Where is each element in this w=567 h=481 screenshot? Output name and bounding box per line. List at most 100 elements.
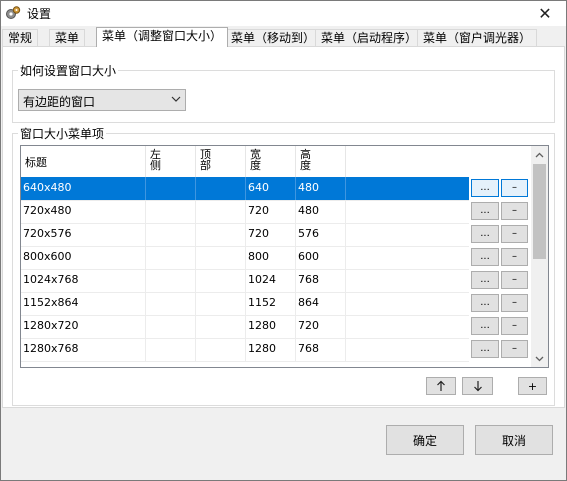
cancel-button[interactable]: 取消 xyxy=(475,425,553,455)
cell-width: 640 xyxy=(246,177,296,200)
tab-general[interactable]: 常规 xyxy=(2,29,39,47)
col-header-left[interactable]: 左侧 xyxy=(146,146,196,177)
row-remove-button[interactable]: – xyxy=(501,271,528,289)
cell-top xyxy=(196,223,246,246)
cell-title: 640x480 xyxy=(21,177,146,200)
cell-width: 720 xyxy=(246,223,296,246)
table-row[interactable]: 1280x720 1280 720 xyxy=(21,315,469,339)
col-header-label: 高度 xyxy=(300,148,311,172)
cell-top xyxy=(196,315,246,338)
cell-left xyxy=(146,177,196,200)
cell-width: 1280 xyxy=(246,338,296,361)
cell-height: 600 xyxy=(296,246,346,269)
tab-strip: 常规 菜单 菜单（调整窗口大小） 菜单（移动到） 菜单（启动程序） 菜单（窗户调… xyxy=(2,27,565,47)
tab-label: 菜单（移动到） xyxy=(231,31,316,45)
table-header: 标题 左侧 顶部 宽度 高度 xyxy=(21,146,469,178)
cell-height: 480 xyxy=(296,200,346,223)
cell-width: 1024 xyxy=(246,269,296,292)
row-edit-button[interactable]: ... xyxy=(471,202,499,220)
cell-height: 576 xyxy=(296,223,346,246)
cell-height: 768 xyxy=(296,269,346,292)
col-header-top[interactable]: 顶部 xyxy=(196,146,246,177)
cell-width: 1280 xyxy=(246,315,296,338)
move-up-button[interactable] xyxy=(426,377,456,395)
row-edit-button[interactable]: ... xyxy=(471,179,499,197)
col-header-label: 左侧 xyxy=(150,148,161,172)
row-remove-button[interactable]: – xyxy=(501,317,528,335)
table-row[interactable]: 800x600 800 600 xyxy=(21,246,469,270)
tab-label: 菜单（启动程序） xyxy=(321,31,418,45)
tab-label: 菜单（窗户调光器） xyxy=(423,31,532,45)
window-title: 设置 xyxy=(27,7,52,21)
size-items-legend: 窗口大小菜单项 xyxy=(18,125,107,142)
tab-menu-dimmer[interactable]: 菜单（窗户调光器） xyxy=(417,29,538,47)
chevron-down-icon xyxy=(171,96,181,102)
tab-menu[interactable]: 菜单 xyxy=(49,29,86,47)
cell-top xyxy=(196,338,246,361)
row-edit-button[interactable]: ... xyxy=(471,340,499,358)
tab-menu-resize[interactable]: 菜单（调整窗口大小） xyxy=(96,27,229,47)
row-remove-button[interactable]: – xyxy=(501,202,528,220)
cell-width: 1152 xyxy=(246,292,296,315)
table-row[interactable]: 640x480 640 480 xyxy=(21,177,469,201)
cell-height: 864 xyxy=(296,292,346,315)
table-row[interactable]: 720x576 720 576 xyxy=(21,223,469,247)
col-header-label: 顶部 xyxy=(200,148,211,172)
close-button[interactable]: ✕ xyxy=(523,0,567,26)
tab-menu-move-to[interactable]: 菜单（移动到） xyxy=(225,29,322,47)
table-row[interactable]: 720x480 720 480 xyxy=(21,200,469,224)
row-remove-button[interactable]: – xyxy=(501,340,528,358)
row-edit-button[interactable]: ... xyxy=(471,271,499,289)
size-method-dropdown[interactable]: 有边距的窗口 xyxy=(18,89,186,111)
cell-title: 720x480 xyxy=(21,200,146,223)
cell-title: 720x576 xyxy=(21,223,146,246)
scroll-thumb[interactable] xyxy=(533,164,546,259)
title-bar: 设置 ✕ xyxy=(0,0,567,26)
ok-button[interactable]: 确定 xyxy=(386,425,464,455)
cell-height: 768 xyxy=(296,338,346,361)
cell-height: 480 xyxy=(296,177,346,200)
scroll-down-button[interactable] xyxy=(531,350,548,367)
row-edit-button[interactable]: ... xyxy=(471,294,499,312)
cell-title: 800x600 xyxy=(21,246,146,269)
cell-left xyxy=(146,315,196,338)
table-scrollbar[interactable] xyxy=(531,146,548,367)
cell-title: 1152x864 xyxy=(21,292,146,315)
row-remove-button[interactable]: – xyxy=(501,248,528,266)
add-item-button[interactable]: + xyxy=(518,377,547,395)
table-row[interactable]: 1152x864 1152 864 xyxy=(21,292,469,316)
arrow-up-icon xyxy=(437,380,445,391)
close-icon: ✕ xyxy=(538,3,552,23)
cell-title: 1280x720 xyxy=(21,315,146,338)
row-edit-button[interactable]: ... xyxy=(471,225,499,243)
chevron-up-icon xyxy=(535,152,544,157)
table-row[interactable]: 1024x768 1024 768 xyxy=(21,269,469,293)
cell-top xyxy=(196,177,246,200)
row-remove-button[interactable]: – xyxy=(501,294,528,312)
cell-left xyxy=(146,223,196,246)
cell-left xyxy=(146,338,196,361)
cell-left xyxy=(146,269,196,292)
col-header-title[interactable]: 标题 xyxy=(21,146,146,177)
cell-top xyxy=(196,246,246,269)
col-header-width[interactable]: 宽度 xyxy=(246,146,296,177)
row-edit-button[interactable]: ... xyxy=(471,317,499,335)
row-edit-button[interactable]: ... xyxy=(471,248,499,266)
scroll-up-button[interactable] xyxy=(531,146,548,163)
cell-height: 720 xyxy=(296,315,346,338)
cell-top xyxy=(196,292,246,315)
size-items-table: 标题 左侧 顶部 宽度 高度 640x480 640 480 720x480 7… xyxy=(20,145,549,368)
cell-left xyxy=(146,246,196,269)
col-header-height[interactable]: 高度 xyxy=(296,146,346,177)
cell-title: 1024x768 xyxy=(21,269,146,292)
cell-width: 800 xyxy=(246,246,296,269)
row-remove-button[interactable]: – xyxy=(501,179,528,197)
tab-label: 菜单 xyxy=(55,31,80,45)
tab-label: 常规 xyxy=(8,31,33,45)
table-row[interactable]: 1280x768 1280 768 xyxy=(21,338,469,362)
row-remove-button[interactable]: – xyxy=(501,225,528,243)
tab-menu-launch[interactable]: 菜单（启动程序） xyxy=(315,29,424,47)
col-header-label: 标题 xyxy=(25,156,47,169)
move-down-button[interactable] xyxy=(462,377,493,395)
cell-top xyxy=(196,269,246,292)
